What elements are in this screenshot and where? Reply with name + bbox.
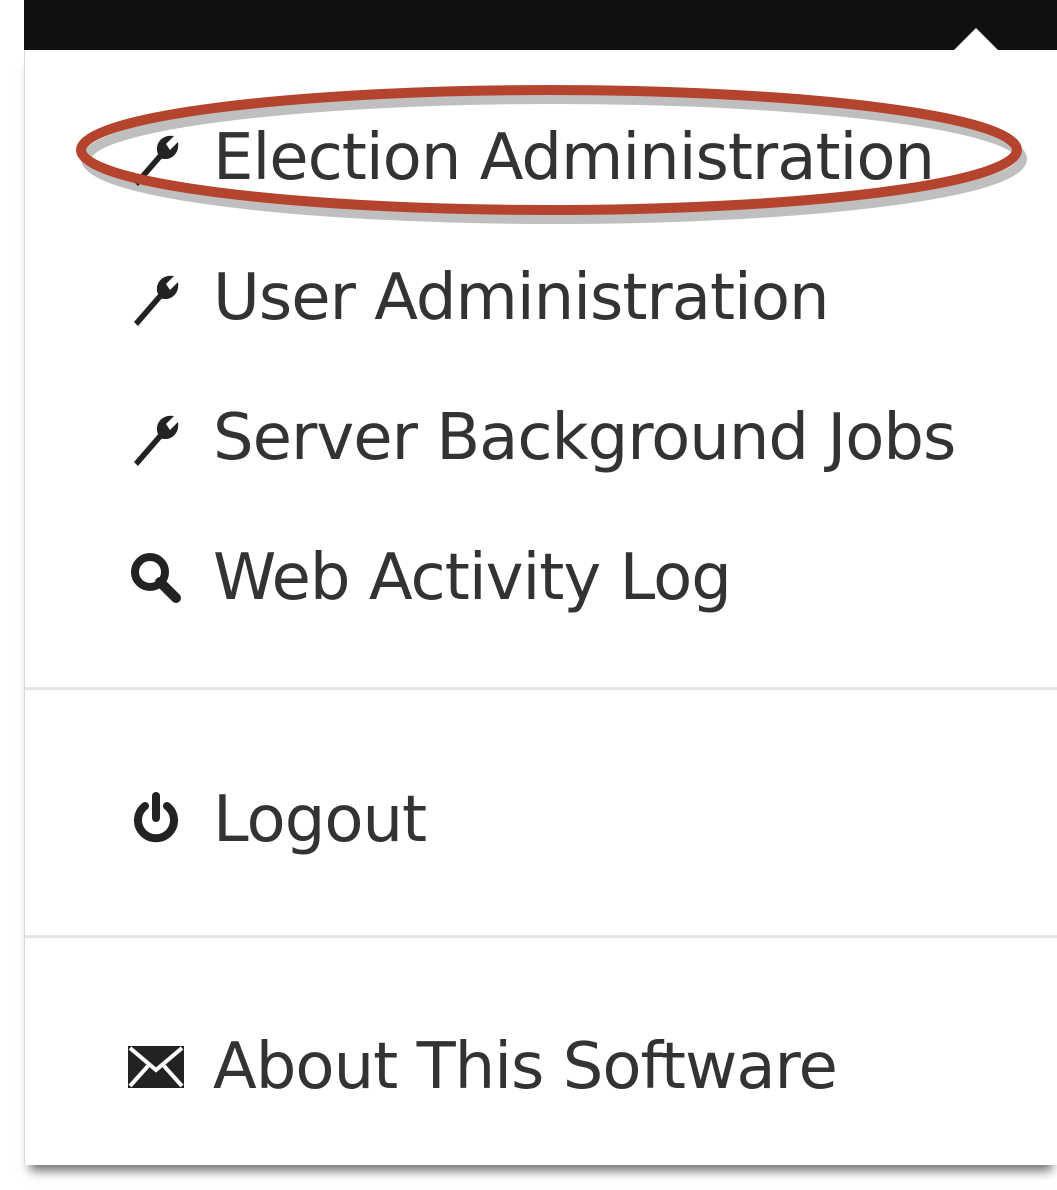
menu-divider [25, 935, 1057, 938]
wrench-icon [125, 407, 187, 469]
menu-item-label: Election Administration [213, 121, 935, 195]
menu-item-about-this-software[interactable]: About This Software [25, 1012, 1057, 1122]
menu-item-label: User Administration [213, 261, 830, 335]
menu-item-label: Web Activity Log [213, 541, 732, 615]
menu-item-label: About This Software [213, 1030, 838, 1104]
menu-item-web-activity-log[interactable]: Web Activity Log [25, 523, 1057, 633]
menu-item-election-administration[interactable]: Election Administration [25, 103, 1057, 213]
menu-item-user-administration[interactable]: User Administration [25, 243, 1057, 353]
menu-item-server-background-jobs[interactable]: Server Background Jobs [25, 383, 1057, 493]
envelope-icon [125, 1036, 187, 1098]
menu-divider [25, 687, 1057, 690]
menu-item-label: Logout [213, 783, 427, 857]
menu-item-logout[interactable]: Logout [25, 765, 1057, 875]
menu-item-label: Server Background Jobs [213, 401, 956, 475]
screenshot-stage: Election Administration User Administrat… [0, 0, 1057, 1190]
wrench-icon [125, 127, 187, 189]
admin-dropdown-menu: Election Administration User Administrat… [24, 50, 1057, 1165]
navbar [24, 0, 1057, 50]
wrench-icon [125, 267, 187, 329]
power-icon [125, 789, 187, 851]
search-icon [125, 547, 187, 609]
